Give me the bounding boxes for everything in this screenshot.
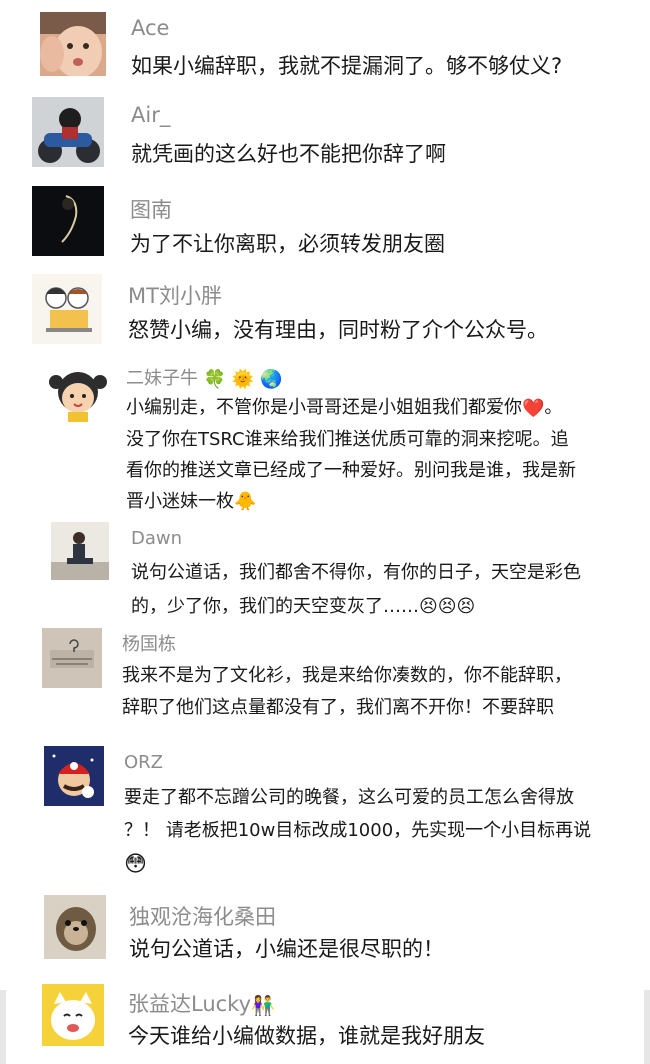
comment-author[interactable]: Ace [131,16,169,40]
comment-line: 就凭画的这么好也不能把你辞了啊 [131,142,446,166]
comment-author-name[interactable]: 二妹子牛 [126,368,198,389]
sad-face-icon: 😣 [456,596,476,617]
comment-item: 张益达Lucky👫 今天谁给小编做数据，谁就是我好朋友 [0,980,650,1064]
comment-line: 说句公道话，小编还是很尽职的！ [129,937,444,961]
comment-line: 要走了都不忘蹭公司的晚餐，这么可爱的员工怎么舍得放 [124,787,574,808]
avatar[interactable] [32,274,102,344]
sad-face-icon: 😣 [437,596,457,617]
comment-item: MT刘小胖 怒赞小编，没有理由，同时粉了介个公众号。 [0,268,650,358]
comment-text: 为了不让你离职，必须转发朋友圈 [130,228,445,260]
avatar[interactable] [42,628,102,688]
globe-icon: 🌏 [260,368,283,390]
blush-face-icon: 😳 [124,851,147,877]
comment-author: 二妹子牛 🍀 🌞 🌏 [126,364,282,390]
comment-text: 怒赞小编，没有理由，同时粉了介个公众号。 [128,314,548,346]
comment-line-text: 小编别走，不管你是小哥哥还是小姐姐我们都爱你 [126,397,522,418]
comment-line: 辞职了他们这点量都没有了，我们离不开你！不要辞职 [122,697,554,718]
comment-text: 小编别走，不管你是小哥哥还是小姐姐我们都爱你❤️。 没了你在TSRC谁来给我们推… [126,392,576,517]
comment-text: 就凭画的这么好也不能把你辞了啊 [131,138,446,170]
comment-line: 怒赞小编，没有理由，同时粉了介个公众号。 [128,318,548,342]
comment-item: Dawn 说句公道话，我们都舍不得你，有你的日子，天空是彩色 的，少了你，我们的… [0,518,650,624]
comment-line: 为了不让你离职，必须转发朋友圈 [130,232,445,256]
avatar[interactable] [48,362,108,422]
comment-author-name[interactable]: 张益达Lucky [128,992,251,1016]
comment-line-text: 晋小迷妹一枚 [126,490,234,512]
comment-author[interactable]: ORZ [124,752,163,773]
comment-author[interactable]: 图南 [130,194,172,224]
sun-icon: 🌞 [231,368,255,390]
comment-author[interactable]: 独观沧海化桑田 [129,901,276,931]
comment-line: 小编别走，不管你是小哥哥还是小姐姐我们都爱你❤️。 [126,392,576,424]
comment-text: 说句公道话，我们都舍不得你，有你的日子，天空是彩色 的，少了你，我们的天空变灰了… [131,556,581,624]
comment-item: Ace 如果小编辞职，我就不提漏洞了。够不够仗义? [0,0,650,90]
comment-line: 看你的推送文章已经成了一种爱好。别问我是谁，我是新 [126,459,576,481]
edge-shadow [644,990,650,1064]
comment-text: 说句公道话，小编还是很尽职的！ [129,933,444,965]
comment-line: 说句公道话，我们都舍不得你，有你的日子，天空是彩色 [131,562,581,583]
comment-author: 张益达Lucky👫 [128,988,275,1018]
couple-icon: 👫 [251,994,275,1017]
comment-line: ？！ 请老板把10w目标改成1000，先实现一个小目标再说 [124,820,592,841]
avatar[interactable] [44,895,106,959]
comment-item: 二妹子牛 🍀 🌞 🌏 小编别走，不管你是小哥哥还是小姐姐我们都爱你❤️。 没了你… [0,358,650,518]
comment-line: 如果小编辞职，我就不提漏洞了。够不够仗义? [131,54,563,78]
comment-text: 今天谁给小编做数据，谁就是我好朋友 [128,1020,485,1052]
comment-item: 杨国栋 我来不是为了文化衫，我是来给你凑数的，你不能辞职， 辞职了他们这点量都没… [0,624,650,742]
comment-line: 没了你在TSRC谁来给我们推送优质可靠的洞来挖呢。追 [126,428,569,450]
comment-item: 图南 为了不让你离职，必须转发朋友圈 [0,180,650,268]
comment-line: 我来不是为了文化衫，我是来给你凑数的，你不能辞职， [122,665,572,686]
avatar[interactable] [32,186,104,256]
comment-item: 独观沧海化桑田 说句公道话，小编还是很尽职的！ [0,892,650,980]
avatar[interactable] [40,12,106,76]
avatar[interactable] [44,746,104,806]
comment-text: 我来不是为了文化衫，我是来给你凑数的，你不能辞职， 辞职了他们这点量都没有了，我… [122,660,572,724]
comment-item: Air_ 就凭画的这么好也不能把你辞了啊 [0,90,650,180]
comment-author[interactable]: Air_ [131,103,170,127]
clover-icon: 🍀 [203,368,227,390]
comment-item: ORZ 要走了都不忘蹭公司的晚餐，这么可爱的员工怎么舍得放 ？！ 请老板把10w… [0,742,650,892]
heart-icon: ❤️ [522,397,545,419]
comment-text: 要走了都不忘蹭公司的晚餐，这么可爱的员工怎么舍得放 ？！ 请老板把10w目标改成… [124,781,591,881]
chick-icon: 🐥 [234,491,257,512]
sad-face-icon: 😣 [419,596,438,617]
comment-line: 今天谁给小编做数据，谁就是我好朋友 [128,1024,485,1048]
comment-line-text: 的，少了你，我们的天空变灰了…… [131,596,419,617]
comment-author[interactable]: Dawn [131,528,182,549]
comment-text: 如果小编辞职，我就不提漏洞了。够不够仗义? [131,50,562,82]
comment-line: 晋小迷妹一枚🐥 [126,486,576,518]
comment-author[interactable]: MT刘小胖 [128,280,222,310]
avatar[interactable] [32,97,104,167]
avatar[interactable] [42,984,104,1046]
comment-line: 😳 [124,847,591,881]
comment-line: 的，少了你，我们的天空变灰了……😣😣😣 [131,590,581,624]
comment-author[interactable]: 杨国栋 [122,630,176,656]
edge-shadow [0,990,6,1064]
avatar[interactable] [51,522,109,580]
